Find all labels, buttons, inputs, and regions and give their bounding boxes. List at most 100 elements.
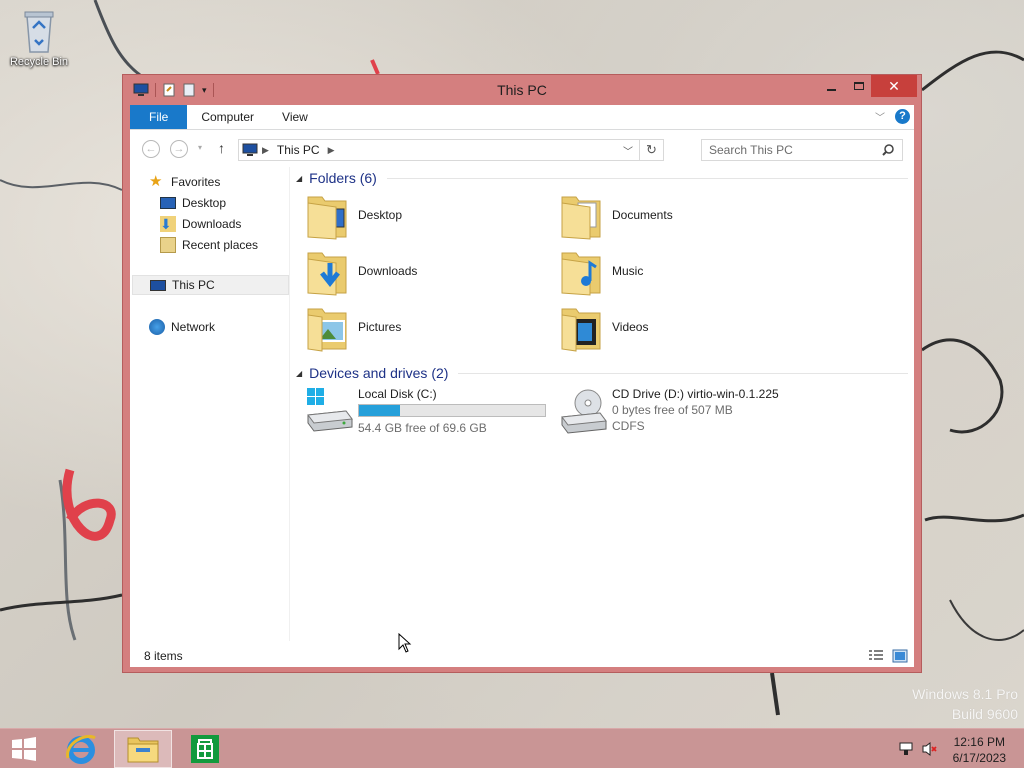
taskbar-file-explorer[interactable] — [114, 730, 172, 768]
clock-date: 6/17/2023 — [952, 751, 1006, 765]
store-icon — [191, 735, 219, 763]
taskbar-internet-explorer[interactable] — [58, 730, 104, 768]
minimize-icon — [826, 89, 836, 91]
close-icon: ✕ — [888, 77, 900, 94]
address-bar[interactable]: ▶ This PC ▶ ﹀ ↻ — [238, 139, 664, 161]
search-input[interactable]: Search This PC — [702, 143, 881, 157]
nav-this-pc-label: This PC — [172, 278, 215, 292]
folder-documents-icon — [560, 189, 604, 241]
details-view-icon[interactable] — [868, 649, 884, 663]
forward-button[interactable]: → — [170, 140, 188, 158]
drive-c-usage-bar — [358, 404, 546, 417]
folder-music-icon — [560, 245, 604, 297]
nav-downloads[interactable]: ⬇ Downloads — [160, 214, 316, 234]
nav-favorites-label: Favorites — [171, 175, 221, 189]
view-switcher — [868, 649, 908, 663]
folder-downloads-icon — [306, 245, 350, 297]
folder-videos[interactable]: Videos — [560, 301, 810, 353]
ribbon-tabs: File Computer View ﹀ ? — [130, 105, 914, 130]
collapse-triangle-icon[interactable]: ◢ — [296, 174, 302, 183]
watermark-edition: Windows 8.1 Pro — [912, 686, 1018, 702]
taskbar: 12:16 PM 6/17/2023 — [0, 728, 1024, 768]
window-title: This PC — [497, 82, 547, 98]
hard-drive-icon — [307, 388, 353, 432]
help-icon[interactable]: ? — [895, 109, 910, 124]
folder-documents[interactable]: Documents — [560, 189, 810, 241]
group-header-folders[interactable]: ◢ Folders (6) — [296, 170, 908, 186]
maximize-button[interactable] — [845, 75, 873, 97]
item-count: 8 items — [144, 649, 183, 663]
windows-logo-icon — [12, 737, 36, 761]
folder-downloads[interactable]: Downloads — [306, 245, 556, 297]
recycle-bin-label: Recycle Bin — [9, 56, 69, 68]
drive-c-free-text: 54.4 GB free of 69.6 GB — [358, 421, 487, 435]
back-button[interactable]: ← — [142, 140, 160, 158]
file-explorer-icon — [127, 737, 159, 763]
search-box[interactable]: Search This PC — [701, 139, 903, 161]
group-title-devices: Devices and drives (2) — [309, 365, 449, 381]
breadcrumb-chevron-icon[interactable]: ▶ — [262, 145, 269, 156]
content-pane: ◢ Folders (6) Desktop Documents Download… — [296, 167, 908, 641]
recent-locations-icon[interactable]: ▾ — [198, 143, 202, 152]
nav-network[interactable]: Network — [149, 317, 305, 337]
tab-view[interactable]: View — [268, 105, 322, 129]
recycle-bin-icon — [24, 11, 54, 53]
group-title-folders: Folders (6) — [309, 170, 377, 186]
start-button[interactable] — [4, 730, 44, 768]
title-bar[interactable]: ▾ This PC ✕ — [123, 75, 921, 105]
close-button[interactable]: ✕ — [871, 75, 917, 97]
minimize-button[interactable] — [817, 75, 845, 97]
group-header-devices[interactable]: ◢ Devices and drives (2) — [296, 365, 908, 381]
drive-c-usage-fill — [359, 405, 400, 416]
folder-desktop-icon — [306, 189, 350, 241]
folder-desktop[interactable]: Desktop — [306, 189, 556, 241]
recycle-bin[interactable]: Recycle Bin — [6, 6, 72, 68]
watermark-build: Build 9600 — [951, 706, 1018, 722]
internet-explorer-icon — [66, 735, 96, 764]
drive-cd[interactable]: CD Drive (D:) virtio-win-0.1.225 0 bytes… — [560, 385, 810, 437]
tab-file[interactable]: File — [130, 105, 188, 129]
drive-local-disk[interactable]: Local Disk (C:) 54.4 GB free of 69.6 GB — [306, 385, 556, 437]
mouse-cursor-icon — [398, 633, 412, 653]
navigation-bar: ← → ▾ ↑ ▶ This PC ▶ ﹀ ↻ Search This PC — [130, 131, 914, 165]
this-pc-icon — [242, 143, 258, 156]
nav-desktop[interactable]: Desktop — [160, 193, 316, 213]
large-icons-view-icon[interactable] — [892, 649, 908, 663]
drive-c-name: Local Disk (C:) — [358, 387, 437, 401]
folder-desktop-label: Desktop — [358, 208, 403, 222]
window-client: File Computer View ﹀ ? ← → ▾ ↑ ▶ This PC… — [130, 105, 914, 667]
drive-d-name: CD Drive (D:) virtio-win-0.1.225 — [612, 387, 779, 401]
search-icon[interactable] — [881, 143, 895, 157]
nav-network-label: Network — [171, 320, 216, 334]
folder-downloads-label: Downloads — [358, 264, 418, 278]
network-tray-icon[interactable] — [898, 741, 914, 757]
tab-computer[interactable]: Computer — [187, 105, 268, 129]
maximize-icon — [854, 82, 864, 90]
file-explorer-window: ▾ This PC ✕ File Computer View ﹀ ? ← → ▾… — [122, 74, 922, 673]
refresh-icon[interactable]: ↻ — [639, 140, 663, 160]
taskbar-store[interactable] — [182, 730, 228, 768]
folder-pictures-label: Pictures — [358, 320, 402, 334]
breadcrumb-chevron-icon[interactable]: ▶ — [328, 145, 335, 156]
folder-videos-label: Videos — [612, 320, 649, 334]
nav-desktop-label: Desktop — [182, 196, 227, 210]
drive-d-free-text: 0 bytes free of 507 MB — [612, 403, 733, 417]
back-arrow-icon: ← — [145, 143, 157, 155]
folder-pictures-icon — [306, 301, 350, 353]
address-dropdown-icon[interactable]: ﹀ — [623, 143, 633, 158]
expand-ribbon-icon[interactable]: ﹀ — [875, 109, 885, 124]
up-arrow-icon[interactable]: ↑ — [218, 140, 225, 156]
star-icon: ★ — [149, 173, 163, 190]
folder-pictures[interactable]: Pictures — [306, 301, 556, 353]
this-pc-icon — [150, 279, 166, 291]
status-bar: 8 items — [130, 645, 914, 667]
collapse-triangle-icon[interactable]: ◢ — [296, 369, 302, 378]
nav-favorites[interactable]: ★ Favorites — [149, 172, 305, 192]
breadcrumb-this-pc[interactable]: This PC — [277, 143, 320, 157]
folder-documents-label: Documents — [612, 208, 673, 222]
volume-muted-icon[interactable] — [921, 741, 939, 757]
folder-music[interactable]: Music — [560, 245, 810, 297]
system-clock[interactable]: 12:16 PM 6/17/2023 — [953, 734, 1006, 766]
nav-this-pc[interactable]: This PC — [132, 275, 289, 295]
nav-recent-places[interactable]: Recent places — [160, 235, 316, 255]
